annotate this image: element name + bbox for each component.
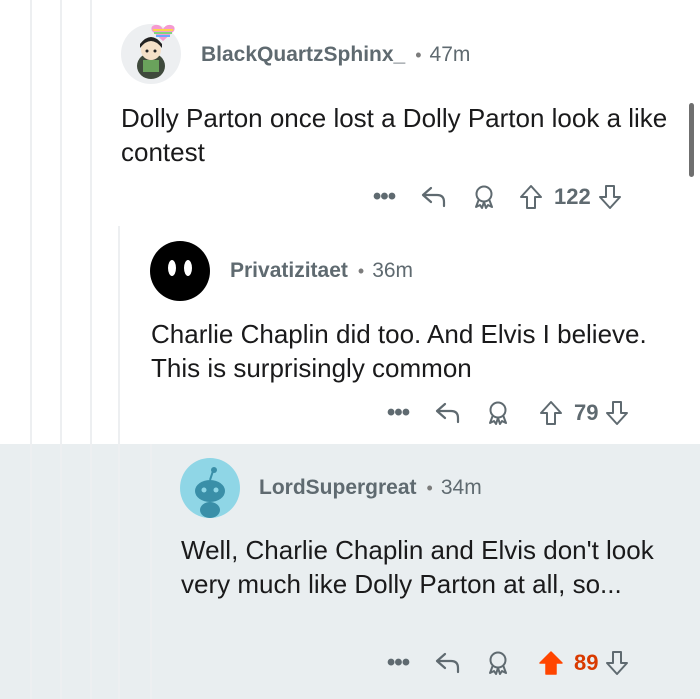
separator-dot: • (357, 260, 365, 281)
upvote-icon (539, 651, 563, 675)
timestamp: 36m (372, 259, 414, 282)
timestamp: 34m (440, 476, 482, 499)
award-icon (489, 401, 507, 425)
vote-count: 122 (554, 184, 591, 209)
reply-button[interactable] (418, 401, 478, 425)
more-options-button[interactable]: ••• (364, 183, 404, 211)
downvote-button[interactable] (602, 650, 632, 676)
comment-meta: Privatizitaet • 36m (230, 259, 413, 283)
comment-meta: LordSupergreat • 34m (259, 476, 482, 500)
upvote-button-active[interactable] (532, 650, 570, 676)
upvote-button[interactable] (512, 184, 550, 210)
downvote-icon (598, 185, 621, 209)
award-button[interactable] (478, 650, 518, 676)
scrollbar-thumb[interactable] (689, 103, 694, 177)
upvote-icon (540, 401, 562, 425)
comment-actions: ••• 89 (378, 648, 632, 678)
reply-icon (435, 652, 460, 674)
thread-line[interactable] (118, 226, 120, 699)
reply-icon (435, 402, 460, 424)
thread-line[interactable] (30, 0, 32, 699)
vote-count: 89 (574, 650, 599, 675)
username[interactable]: LordSupergreat (259, 476, 417, 500)
comment-actions: ••• 122 (364, 182, 625, 212)
user-avatar[interactable] (150, 241, 210, 301)
comment-body: Well, Charlie Chaplin and Elvis don't lo… (181, 535, 654, 599)
separator-dot: • (426, 477, 433, 498)
reply-icon (421, 186, 446, 208)
award-icon (475, 185, 493, 209)
more-icon: ••• (372, 183, 396, 210)
username[interactable]: Privatizitaet (230, 259, 348, 283)
award-button[interactable] (464, 184, 504, 210)
downvote-button[interactable] (602, 400, 632, 426)
thread-line[interactable] (150, 444, 152, 699)
reply-button[interactable] (404, 185, 464, 209)
upvote-button[interactable] (532, 400, 570, 426)
comment-body: Dolly Parton once lost a Dolly Parton lo… (121, 103, 668, 167)
award-button[interactable] (478, 400, 518, 426)
username[interactable]: BlackQuartzSphinx_ (201, 43, 405, 67)
comment-actions: ••• 79 (378, 398, 632, 428)
timestamp: 47m (429, 43, 471, 66)
reply-button[interactable] (418, 651, 478, 675)
downvote-icon (606, 651, 629, 675)
vote-count: 79 (574, 400, 599, 425)
comment-body: Charlie Chaplin did too. And Elvis I bel… (151, 319, 647, 383)
more-options-button[interactable]: ••• (378, 649, 418, 677)
separator-dot: • (415, 44, 422, 65)
thread-line[interactable] (60, 0, 62, 699)
award-icon (489, 651, 507, 675)
more-icon: ••• (386, 399, 410, 426)
thread-line[interactable] (90, 0, 92, 699)
user-avatar[interactable] (180, 458, 240, 518)
downvote-button[interactable] (595, 184, 625, 210)
more-icon: ••• (386, 649, 410, 676)
upvote-icon (520, 185, 542, 209)
rainbow-heart-icon (151, 24, 175, 41)
comment-meta: BlackQuartzSphinx_ • 47m (201, 43, 470, 67)
more-options-button[interactable]: ••• (378, 399, 418, 427)
downvote-icon (606, 401, 629, 425)
